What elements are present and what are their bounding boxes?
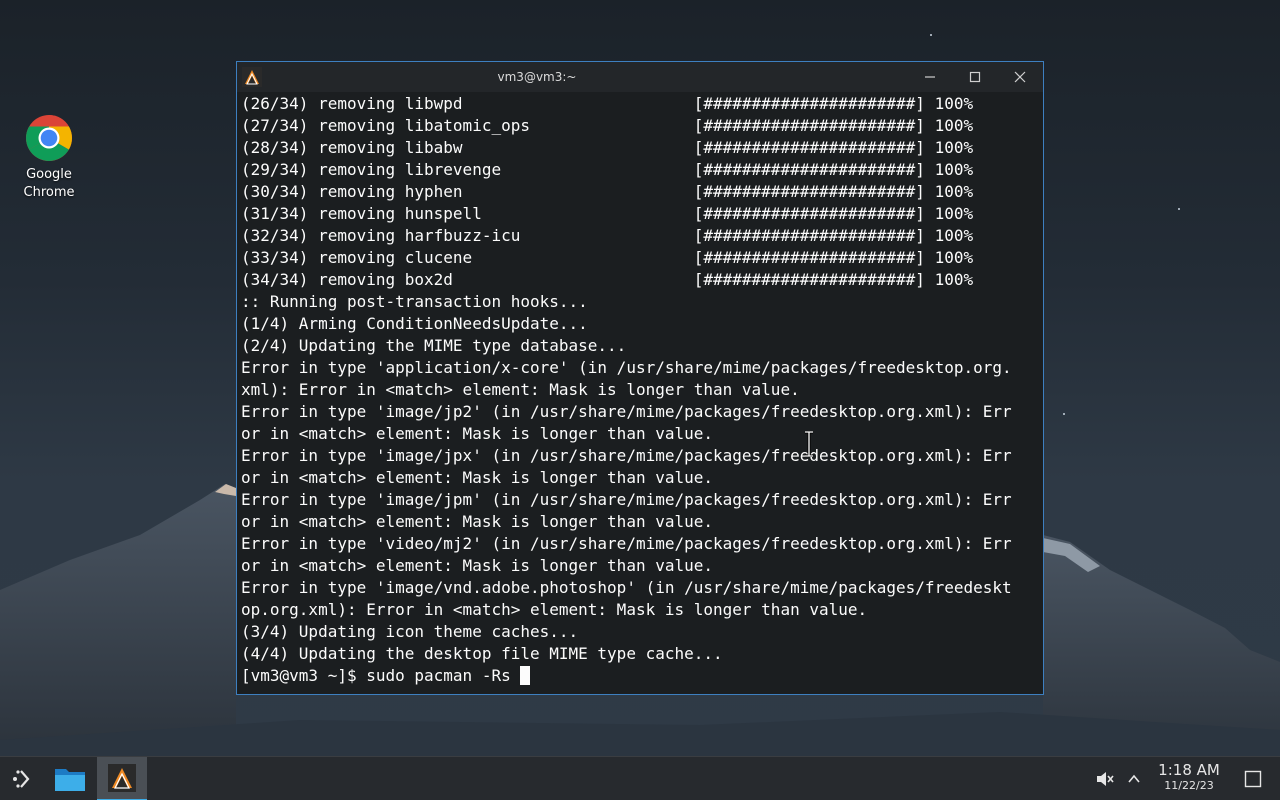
terminal-line: (32/34) removing harfbuzz-icu [#########…	[241, 226, 974, 245]
terminal-line: Error in type 'video/mj2' (in /usr/share…	[241, 534, 1012, 553]
terminal-line: (34/34) removing box2d [################…	[241, 270, 974, 289]
taskbar-file-manager[interactable]	[48, 757, 92, 800]
terminal-line: (4/4) Updating the desktop file MIME typ…	[241, 644, 723, 663]
close-icon	[1014, 71, 1026, 83]
minimize-button[interactable]	[919, 66, 941, 88]
terminal-line: (26/34) removing libwpd [###############…	[241, 94, 974, 113]
terminal-line: or in <match> element: Mask is longer th…	[241, 424, 714, 443]
terminal-line: Error in type 'application/x-core' (in /…	[241, 358, 1012, 377]
terminal-line: Error in type 'image/jpx' (in /usr/share…	[241, 446, 1012, 465]
taskbar-terminal[interactable]	[97, 757, 147, 800]
star	[1063, 413, 1065, 415]
terminal-window[interactable]: vm3@vm3:~ (26/34) removing libwpd [#####…	[236, 61, 1044, 695]
terminal-output[interactable]: (26/34) removing libwpd [###############…	[241, 93, 1041, 693]
chevron-up-icon	[1128, 774, 1140, 783]
terminal-line: xml): Error in <match> element: Mask is …	[241, 380, 800, 399]
application-launcher-button[interactable]	[0, 757, 44, 800]
desktop-icon-google-chrome[interactable]: Google Chrome	[14, 114, 84, 202]
minimize-icon	[925, 76, 935, 78]
terminal-line: Error in type 'image/jpm' (in /usr/share…	[241, 490, 1012, 509]
text-cursor	[520, 666, 531, 685]
terminal-line: Error in type 'image/jp2' (in /usr/share…	[241, 402, 1012, 421]
clock-time: 1:18 AM	[1158, 761, 1220, 779]
ibeam-cursor-icon	[805, 431, 813, 457]
star	[930, 34, 932, 36]
star	[1178, 208, 1180, 210]
volume-button[interactable]	[1092, 757, 1118, 800]
taskbar: 1:18 AM 11/22/23	[0, 756, 1280, 800]
desktop: Google Chrome vm3@vm3:~ (26/34) removing…	[0, 0, 1280, 800]
terminal-line: (27/34) removing libatomic_ops [########…	[241, 116, 974, 135]
window-titlebar[interactable]: vm3@vm3:~	[237, 62, 1043, 92]
terminal-line: or in <match> element: Mask is longer th…	[241, 512, 714, 531]
file-manager-icon	[55, 769, 85, 791]
terminal-line: (2/4) Updating the MIME type database...	[241, 336, 627, 355]
maximize-icon	[969, 71, 981, 83]
terminal-line: Error in type 'image/vnd.adobe.photoshop…	[241, 578, 1012, 597]
maximize-button[interactable]	[964, 66, 986, 88]
terminal-line: (33/34) removing clucene [##############…	[241, 248, 974, 267]
terminal-prompt-line[interactable]: [vm3@vm3 ~]$ sudo pacman -Rs	[241, 665, 1041, 687]
terminal-line: op.org.xml): Error in <match> element: M…	[241, 600, 868, 619]
terminal-line: (3/4) Updating icon theme caches...	[241, 622, 579, 641]
show-desktop-icon	[1244, 770, 1262, 788]
digital-clock[interactable]: 1:18 AM 11/22/23	[1152, 761, 1226, 793]
desktop-icon-label: Google Chrome	[23, 167, 75, 200]
terminal-line: (31/34) removing hunspell [#############…	[241, 204, 974, 223]
terminal-line: :: Running post-transaction hooks...	[241, 292, 588, 311]
terminal-prompt: [vm3@vm3 ~]$ sudo pacman -Rs	[241, 666, 521, 685]
terminal-line: (28/34) removing libabw [###############…	[241, 138, 974, 157]
system-tray-expand-button[interactable]	[1124, 757, 1144, 800]
terminal-line: (29/34) removing librevenge [###########…	[241, 160, 974, 179]
volume-muted-icon	[1097, 772, 1114, 786]
close-button[interactable]	[1009, 66, 1031, 88]
window-title: vm3@vm3:~	[497, 70, 577, 84]
clock-date: 11/22/23	[1164, 779, 1214, 792]
terminal-line: or in <match> element: Mask is longer th…	[241, 556, 714, 575]
terminal-line: or in <match> element: Mask is longer th…	[241, 468, 714, 487]
launcher-icon	[13, 770, 30, 788]
terminal-icon	[108, 764, 136, 792]
terminal-line: (1/4) Arming ConditionNeedsUpdate...	[241, 314, 588, 333]
show-desktop-button[interactable]	[1238, 757, 1268, 800]
terminal-line: (30/34) removing hyphen [###############…	[241, 182, 974, 201]
chrome-icon	[26, 115, 72, 161]
